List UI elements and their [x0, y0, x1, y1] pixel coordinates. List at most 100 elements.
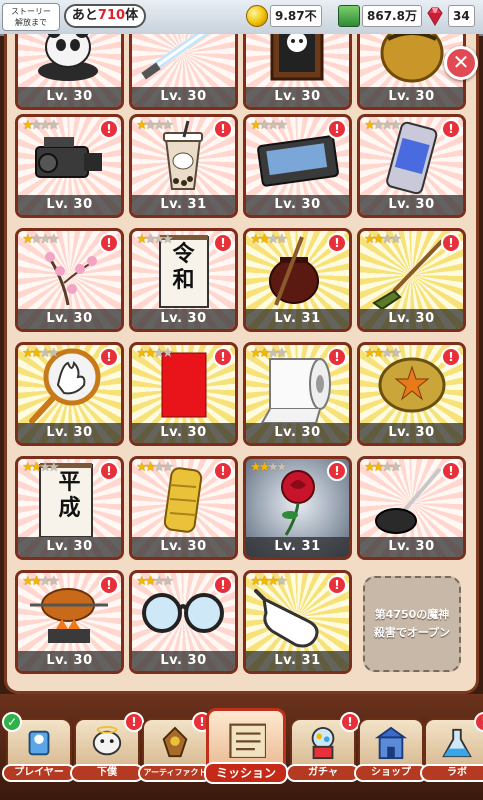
nav-tab-label: プレイヤー — [2, 764, 76, 782]
alert-badge-icon: ! — [327, 233, 347, 253]
item-level-label: Lv. 30 — [360, 87, 463, 107]
item-slot-urn[interactable]: ★★★★! Lv. 31 — [243, 228, 352, 332]
alert-badge-icon: ! — [213, 461, 233, 481]
nav-tab-mission[interactable]: ミッション — [204, 708, 288, 788]
item-slot-gold-bar[interactable]: ★★★★! Lv. 30 — [129, 456, 238, 560]
alert-badge-icon: ! — [441, 461, 461, 481]
item-slot-reiwa[interactable]: 令和 ★★★★! Lv. 30 — [129, 228, 238, 332]
nav-tab-player[interactable]: プレイヤー ✓ — [2, 712, 76, 788]
item-slot-bottle-cap[interactable]: ★★★★! Lv. 30 — [357, 342, 466, 446]
item-slot-plum[interactable]: ★★★★! Lv. 30 — [15, 228, 124, 332]
item-slot-pointing-hand[interactable]: ★★★★! Lv. 31 — [243, 570, 352, 674]
coin-value: 9.87不 — [270, 5, 322, 27]
item-slot-portrait[interactable]: Lv. 30 — [243, 34, 352, 110]
alert-badge-icon: ! — [327, 119, 347, 139]
artifact-icon — [162, 726, 188, 758]
item-slot-heisei[interactable]: 平成 ★★★★! Lv. 30 — [15, 456, 124, 560]
nav-tab-label: 下僕 — [70, 764, 144, 782]
alert-badge-icon: ! — [213, 575, 233, 595]
star-rating: ★★★★ — [22, 232, 60, 247]
item-slot-camcorder[interactable]: ★★★★! Lv. 30 — [15, 114, 124, 218]
alert-badge-icon: ! — [327, 461, 347, 481]
top-status-bar: ストーリー 解放まで あと710体 9.87不 867.8万 34 — [0, 0, 483, 36]
item-level-label: Lv. 30 — [360, 537, 463, 557]
alert-badge-icon: ! — [340, 712, 360, 732]
servant-icon — [92, 726, 122, 756]
locked-item-slot: 第4750の魔神 殺害でオープン — [363, 576, 461, 672]
alert-badge-icon: ! — [99, 233, 119, 253]
item-slot-rose[interactable]: ★★★★! Lv. 31 — [243, 456, 352, 560]
story-label-line1: ストーリー — [11, 7, 51, 16]
alert-badge-icon: ! — [441, 347, 461, 367]
item-slot-broom[interactable]: ★★★★! Lv. 30 — [357, 228, 466, 332]
story-unlock-button[interactable]: ストーリー 解放まで — [2, 3, 60, 31]
star-rating: ★★★★ — [364, 118, 402, 133]
nav-tab-label: ガチャ — [286, 764, 360, 782]
remaining-count: 710 — [97, 8, 126, 23]
star-rating: ★★★★ — [22, 118, 60, 133]
nav-tab-gacha[interactable]: ガチャ! — [286, 712, 360, 788]
alert-badge-icon: ! — [99, 461, 119, 481]
item-level-label: Lv. 30 — [360, 423, 463, 443]
item-level-label: Lv. 31 — [246, 309, 349, 329]
item-level-label: Lv. 31 — [132, 195, 235, 215]
star-rating: ★★★★ — [136, 460, 174, 475]
star-rating: ★★★★ — [22, 574, 60, 589]
star-rating: ★★★★ — [136, 232, 174, 247]
nav-tab-shop[interactable]: ショップ — [354, 718, 428, 788]
gem-resource[interactable]: 34 — [424, 5, 482, 27]
item-slot-lightsaber[interactable]: Lv. 30 — [129, 34, 238, 110]
remaining-kills-counter: あと710体 — [64, 4, 146, 28]
alert-badge-icon: ! — [124, 712, 144, 732]
nav-tab-servant[interactable]: 下僕! — [70, 712, 144, 788]
item-slot-panda[interactable]: Lv. 30 — [15, 34, 124, 110]
item-level-label: Lv. 30 — [18, 195, 121, 215]
item-slot-hand-fan[interactable]: ★★★★! Lv. 30 — [15, 342, 124, 446]
nav-tab-label: ミッション — [204, 762, 288, 784]
item-slot-plunger[interactable]: ★★★★! Lv. 30 — [357, 456, 466, 560]
player-icon — [28, 730, 50, 756]
locked-slot-line2: 殺害でオープン — [373, 626, 451, 639]
lab-flask-icon — [442, 728, 472, 758]
item-collection-panel: Lv. 30 Lv. 30 Lv. 30 Lv. 30 ★★★★! Lv. 30 ★★★★!… — [4, 34, 479, 694]
item-slot-bubbletea[interactable]: ★★★★! Lv. 31 — [129, 114, 238, 218]
coin-resource: 9.87不 — [246, 5, 336, 27]
bottom-navigation: プレイヤー✓下僕!アーティファクト!ミッションガチャ!ショップラボ! — [0, 694, 483, 800]
alert-badge-icon: ! — [441, 233, 461, 253]
star-rating: ★★★★ — [250, 346, 288, 361]
close-x-icon[interactable]: ✕ — [444, 46, 478, 80]
item-grid: Lv. 30 Lv. 30 Lv. 30 Lv. 30 ★★★★! Lv. 30 ★★★★!… — [15, 34, 475, 684]
remaining-suffix: 体 — [125, 8, 139, 23]
item-level-label: Lv. 30 — [132, 537, 235, 557]
item-level-label: Lv. 31 — [246, 651, 349, 671]
red-gem-icon — [424, 5, 446, 27]
framed-portrait-icon — [270, 34, 324, 81]
item-level-label: Lv. 30 — [246, 423, 349, 443]
item-level-label: Lv. 30 — [18, 309, 121, 329]
star-rating: ★★★★ — [136, 574, 174, 589]
item-slot-roast-chicken[interactable]: ★★★★! Lv. 30 — [15, 570, 124, 674]
star-rating: ★★★★ — [250, 460, 288, 475]
item-slot-boss[interactable]: ★★★★! Lv. 30 — [357, 114, 466, 218]
star-rating: ★★★★ — [22, 460, 60, 475]
alert-badge-icon: ! — [327, 347, 347, 367]
star-rating: ★★★★ — [364, 232, 402, 247]
star-rating: ★★★★ — [364, 460, 402, 475]
star-rating: ★★★★ — [22, 346, 60, 361]
alert-badge-icon: ! — [99, 347, 119, 367]
item-slot-glasses[interactable]: ★★★★! Lv. 30 — [129, 570, 238, 674]
nav-tab-artifact[interactable]: アーティファクト! — [138, 712, 212, 788]
nav-tab-label: ラボ — [420, 764, 483, 782]
star-rating: ★★★★ — [250, 232, 288, 247]
item-level-label: Lv. 30 — [360, 195, 463, 215]
item-level-label: Lv. 30 — [360, 309, 463, 329]
nav-tab-lab[interactable]: ラボ! — [420, 712, 483, 788]
item-slot-toilet-paper[interactable]: ★★★★! Lv. 30 — [243, 342, 352, 446]
alert-badge-icon: ! — [99, 119, 119, 139]
gacha-machine-icon — [311, 726, 335, 760]
item-slot-cassette[interactable]: ★★★★! Lv. 30 — [243, 114, 352, 218]
remaining-prefix: あと — [71, 8, 98, 23]
panda-figurine-icon — [38, 34, 98, 81]
item-level-label: Lv. 31 — [246, 537, 349, 557]
item-slot-red-card[interactable]: ★★★★! Lv. 30 — [129, 342, 238, 446]
